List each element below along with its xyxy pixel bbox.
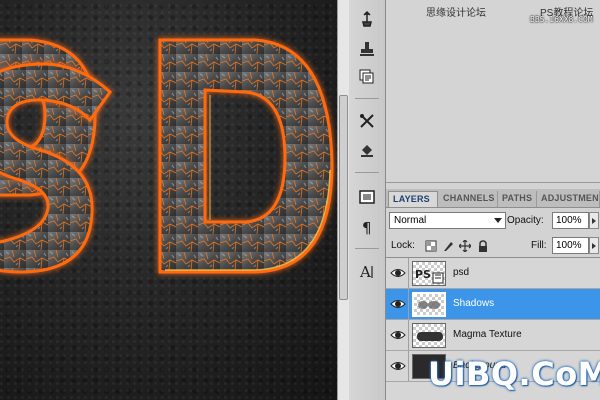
- layers-panel-dock: LAYERS CHANNELS PATHS ADJUSTMENTS Normal…: [386, 0, 600, 400]
- eye-icon[interactable]: [390, 266, 406, 280]
- layer-comps-icon[interactable]: [356, 66, 378, 88]
- opacity-field[interactable]: 100%: [552, 212, 589, 229]
- svg-text:A: A: [359, 263, 371, 280]
- tab-channels[interactable]: CHANNELS: [439, 191, 498, 207]
- layer-row-psd[interactable]: PS psd: [386, 258, 600, 289]
- lock-pixels-icon[interactable]: [441, 239, 454, 252]
- row-divider: [408, 320, 409, 350]
- lava-text-artwork: [0, 38, 334, 274]
- tool-divider: [355, 248, 379, 249]
- layer-name: Shadows: [453, 298, 495, 309]
- navigator-icon[interactable]: [356, 186, 378, 208]
- lock-position-icon[interactable]: [458, 239, 471, 252]
- tab-paths[interactable]: PATHS: [498, 191, 537, 207]
- character-icon[interactable]: A: [356, 260, 378, 282]
- lock-all-icon[interactable]: [476, 239, 489, 252]
- watermark-top-sub: BBS.16XX8.COM: [530, 15, 593, 24]
- layer-name: Magma Texture: [453, 329, 522, 340]
- watermark-top: 思缘设计论坛 PS教程论坛 BBS.16XX8.COM: [426, 4, 594, 24]
- lock-transparency-icon[interactable]: [424, 239, 437, 252]
- watermark-bottom: UiBQ.CoM: [428, 355, 600, 393]
- letter-s: [0, 62, 112, 274]
- paragraph-icon[interactable]: ¶: [356, 216, 378, 238]
- layer-row-shadows[interactable]: Shadows: [386, 289, 600, 320]
- layer-thumbnail-magma: [412, 323, 446, 348]
- eye-icon[interactable]: [390, 359, 406, 373]
- chevron-down-icon: [494, 218, 502, 223]
- blend-mode-select[interactable]: Normal: [389, 212, 506, 229]
- svg-text:¶: ¶: [362, 219, 372, 236]
- fill-slider-arrow-icon[interactable]: [589, 237, 599, 254]
- layer-thumbnail-psd: PS: [412, 261, 446, 286]
- tool-divider: [355, 98, 379, 99]
- tool-divider: [355, 172, 379, 173]
- eye-icon[interactable]: [390, 297, 406, 311]
- layer-thumbnail-shadows: [412, 292, 446, 317]
- history-icon[interactable]: [356, 140, 378, 162]
- canvas-vertical-scrollbar[interactable]: [337, 0, 349, 400]
- panel-icon-strip: ¶ A: [349, 0, 386, 400]
- svg-text:PS: PS: [415, 268, 431, 281]
- row-divider: [408, 289, 409, 319]
- layer-row-magma-texture[interactable]: Magma Texture: [386, 320, 600, 351]
- fill-label: Fill:: [531, 240, 547, 251]
- blend-row: Normal Opacity: 100%: [386, 211, 600, 231]
- document-canvas[interactable]: [0, 0, 337, 400]
- letter-d: [158, 38, 334, 274]
- clone-source-icon[interactable]: [356, 38, 378, 60]
- panel-tabs: LAYERS CHANNELS PATHS ADJUSTMENTS: [386, 189, 600, 208]
- brush-preset-icon[interactable]: [356, 8, 378, 30]
- tab-layers[interactable]: LAYERS: [388, 191, 438, 207]
- opacity-label: Opacity:: [507, 215, 544, 226]
- scrollbar-thumb[interactable]: [339, 95, 348, 300]
- empty-panel-area: [386, 0, 600, 183]
- tool-presets-icon[interactable]: [356, 110, 378, 132]
- fill-field[interactable]: 100%: [552, 237, 589, 254]
- blend-mode-value: Normal: [394, 215, 427, 226]
- tab-adjustments[interactable]: ADJUSTMENTS: [537, 191, 600, 207]
- layer-name: psd: [453, 267, 470, 278]
- row-divider: [408, 258, 409, 288]
- opacity-slider-arrow-icon[interactable]: [589, 212, 599, 229]
- watermark-top-text: 思缘设计论坛: [426, 8, 486, 19]
- lock-label: Lock:: [391, 240, 415, 251]
- row-divider: [408, 351, 409, 381]
- eye-icon[interactable]: [390, 328, 406, 342]
- lock-row: Lock: Fill: 100%: [386, 236, 600, 256]
